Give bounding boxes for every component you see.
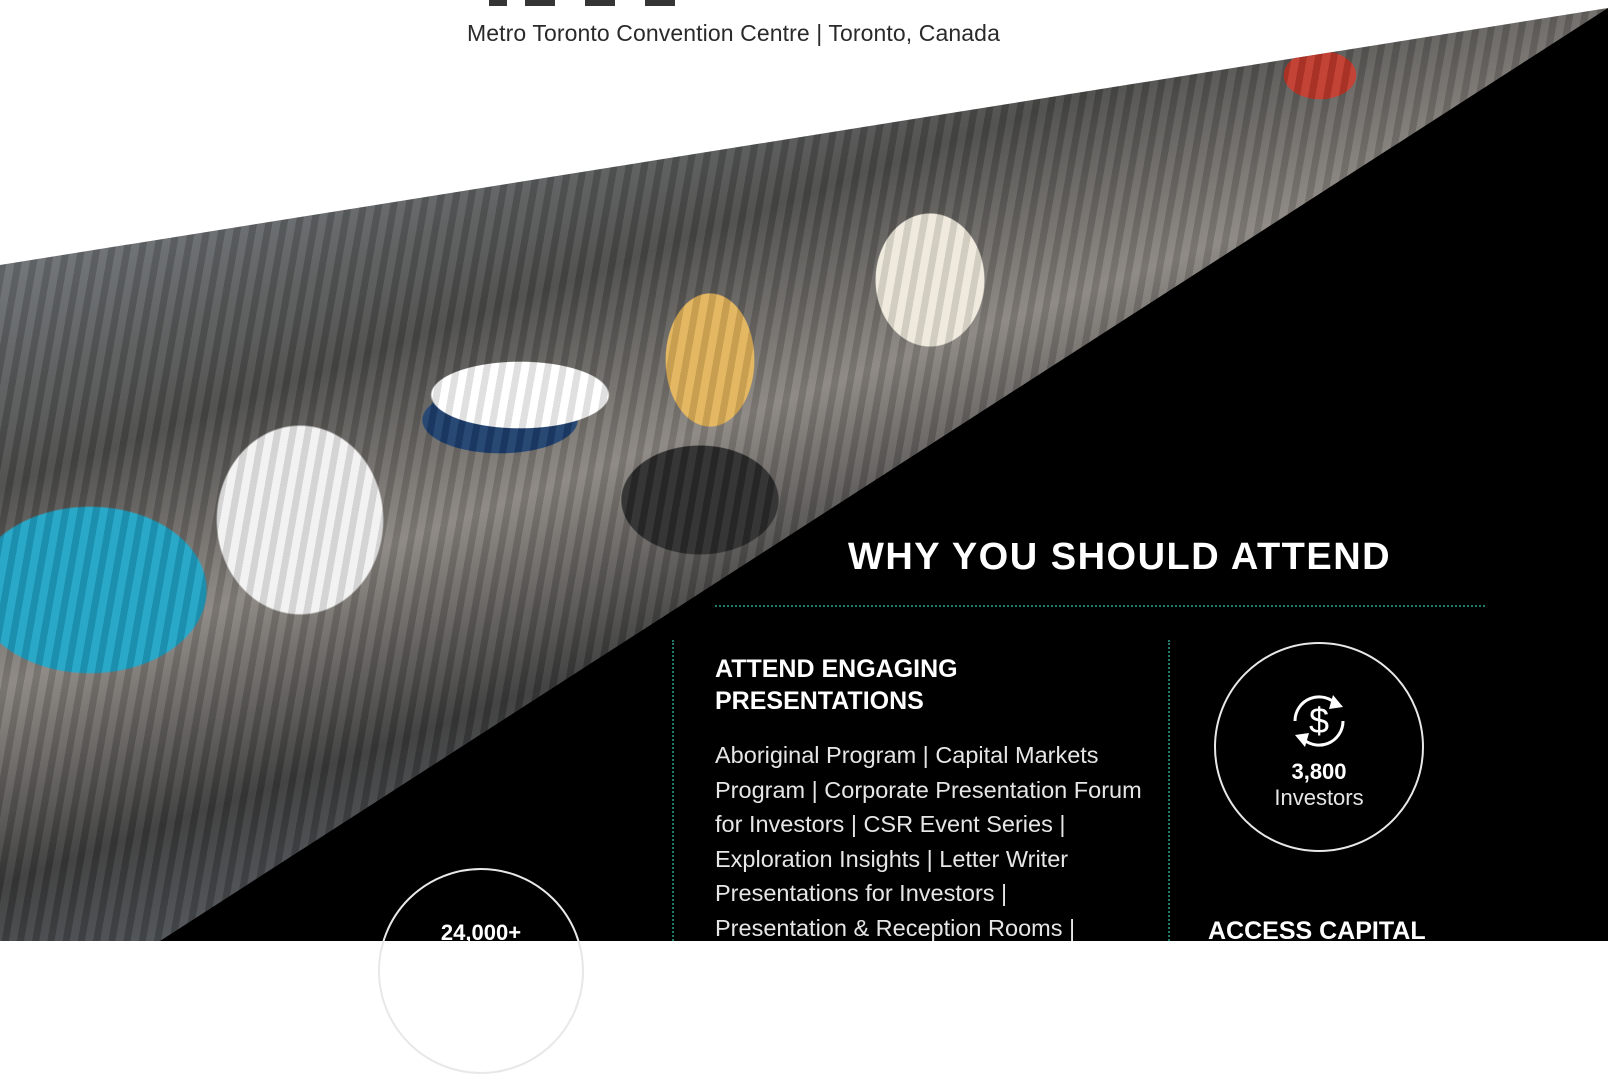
why-attend-heading: WHY YOU SHOULD ATTEND bbox=[848, 536, 1392, 578]
investors-number: 3,800 bbox=[1291, 759, 1347, 784]
title-fragment bbox=[465, 0, 765, 6]
column-divider-left bbox=[672, 640, 674, 941]
column-divider-right bbox=[1168, 640, 1170, 941]
investors-stat: $ 3,800 Investors bbox=[1214, 642, 1424, 852]
dollar-cycle-icon: $ bbox=[1293, 695, 1345, 747]
venue-line: Metro Toronto Convention Centre | Toront… bbox=[467, 20, 1000, 46]
attendees-stat: 24,000+ bbox=[378, 868, 584, 1074]
section-divider bbox=[715, 605, 1485, 607]
investors-label: Investors bbox=[1274, 785, 1364, 810]
attendees-number: 24,000+ bbox=[440, 920, 522, 945]
svg-text:$: $ bbox=[1309, 700, 1329, 741]
presentations-heading: ATTEND ENGAGING PRESENTATIONS bbox=[715, 655, 958, 715]
presentations-list: Aboriginal Program | Capital Markets Pro… bbox=[715, 742, 1142, 941]
access-capital-heading: ACCESS CAPITAL bbox=[1208, 917, 1426, 945]
